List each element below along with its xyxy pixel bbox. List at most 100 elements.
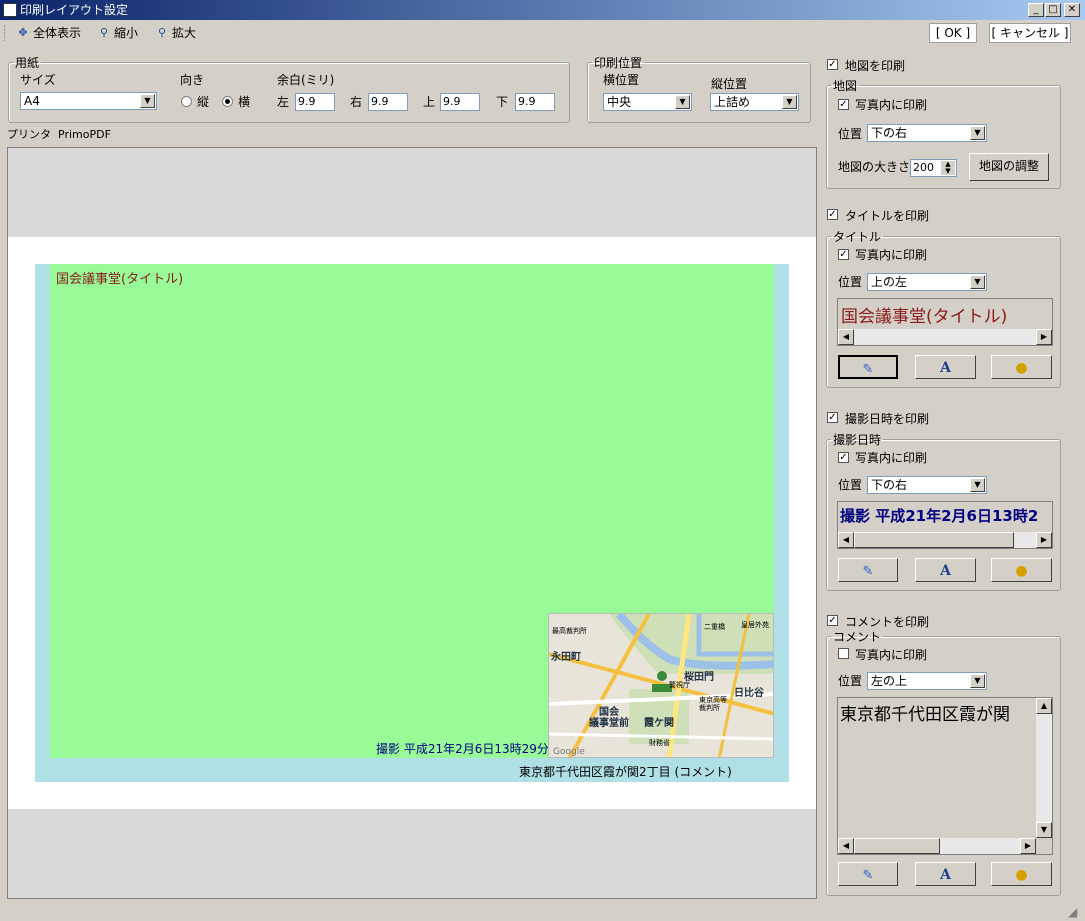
margin-left-label: 左 [277,95,290,109]
scroll-left-icon[interactable]: ◀ [838,532,854,548]
title-bar: 印刷レイアウト設定 _ □ ✕ [0,0,1085,20]
paper-legend: 用紙 [15,56,40,70]
comment-legend: コメント [833,630,882,644]
map-label: 永田町 [551,652,581,663]
title-hscrollbar[interactable]: ◀ ▶ [838,329,1052,345]
app-icon [3,3,17,17]
scroll-right-icon[interactable]: ▶ [1036,532,1052,548]
title-font-button[interactable]: A [915,355,976,379]
zoom-in-icon: ⚲ [157,26,167,39]
print-datetime-label: 撮影日時を印刷 [845,412,930,426]
title-color-button[interactable]: ● [991,355,1052,379]
datetime-preview-box[interactable]: 撮影 平成21年2月6日13時2 ◀ ▶ [837,501,1053,549]
scroll-down-icon[interactable]: ▼ [1036,822,1052,838]
font-icon: A [940,563,951,579]
vertical-position-select[interactable]: 上詰め ▼ [710,93,799,111]
comment-edit-button[interactable]: ✎ [838,862,898,886]
spinner-arrows-icon[interactable]: ▲ ▼ [941,161,955,175]
scroll-thumb[interactable] [854,838,940,854]
chevron-down-icon: ▼ [970,478,985,492]
fit-all-button[interactable]: ✥ 全体表示 [16,25,81,41]
map-size-label: 地図の大きさ [838,160,911,174]
zoom-out-button[interactable]: ⚲ 縮小 [97,25,138,41]
comment-vscrollbar[interactable]: ▲ ▼ [1036,698,1052,838]
comment-hscrollbar[interactable]: ◀ ▶ [838,838,1036,854]
print-map-checkbox[interactable]: ✓ [827,59,838,70]
datetime-legend: 撮影日時 [833,433,882,447]
scroll-thumb[interactable] [854,532,1014,548]
print-comment-label: コメントを印刷 [845,615,930,629]
horizontal-position-select[interactable]: 中央 ▼ [603,93,692,111]
window-title: 印刷レイアウト設定 [20,3,129,17]
scroll-right-icon[interactable]: ▶ [1036,329,1052,345]
size-select[interactable]: A4 ▼ [20,92,157,110]
google-logo: Google [553,747,585,757]
datetime-edit-button[interactable]: ✎ [838,558,898,582]
print-map-label: 地図を印刷 [845,59,906,73]
title-preview-box[interactable]: 国会議事堂(タイトル) ◀ ▶ [837,298,1053,346]
chevron-down-icon: ▼ [970,126,985,140]
comment-preview-box[interactable]: 東京都千代田区霞が関 ▲ ▼ ◀ ▶ [837,697,1053,855]
title-edit-button[interactable]: ✎ [838,355,898,379]
minimize-button[interactable]: _ [1028,3,1044,17]
title-position-select[interactable]: 上の左 ▼ [867,273,987,291]
print-title-checkbox[interactable]: ✓ [827,209,838,220]
margin-left-input[interactable]: 9.9 [295,93,335,111]
scroll-up-icon[interactable]: ▲ [1036,698,1052,714]
chevron-down-icon: ▼ [140,94,155,108]
map-legend: 地図 [833,79,858,93]
scroll-left-icon[interactable]: ◀ [838,329,854,345]
preview-page: 国会議事堂(タイトル) 撮影 平成21年2月6日13時29分 最高裁判所 永田町… [35,264,789,782]
comment-in-photo-checkbox[interactable] [838,648,849,659]
edit-icon: ✎ [862,564,874,579]
comment-color-button[interactable]: ● [991,862,1052,886]
chevron-down-icon: ▼ [970,674,985,688]
scroll-right-icon[interactable]: ▶ [1020,838,1036,854]
print-title-label: タイトルを印刷 [845,209,930,223]
datetime-position-select[interactable]: 下の右 ▼ [867,476,987,494]
print-comment-checkbox[interactable]: ✓ [827,615,838,626]
map-size-spinner[interactable]: 200 ▲ ▼ [910,159,957,177]
datetime-position-label: 位置 [838,478,863,492]
map-label: 日比谷 [734,688,764,699]
comment-font-button[interactable]: A [915,862,976,886]
datetime-font-button[interactable]: A [915,558,976,582]
map-label: 皇居外苑 [741,621,769,629]
preview-title-text: 国会議事堂(タイトル) [56,272,184,287]
print-datetime-checkbox[interactable]: ✓ [827,412,838,423]
resize-grip-icon[interactable]: ◢ [1068,905,1082,919]
chevron-down-icon: ▼ [675,95,690,109]
close-button[interactable]: ✕ [1064,3,1080,17]
margin-bottom-label: 下 [496,95,509,109]
map-position-select[interactable]: 下の右 ▼ [867,124,987,142]
landscape-radio[interactable] [222,96,233,107]
comment-in-photo-label: 写真内に印刷 [855,648,928,662]
map-label: 霞ケ関 [644,718,674,729]
comment-position-select[interactable]: 左の上 ▼ [867,672,987,690]
zoom-in-button[interactable]: ⚲ 拡大 [155,25,196,41]
map-label: 東京高等裁判所 [699,696,727,712]
margin-top-input[interactable]: 9.9 [440,93,480,111]
map-in-photo-checkbox[interactable]: ✓ [838,99,849,110]
title-in-photo-checkbox[interactable]: ✓ [838,249,849,260]
edit-icon: ✎ [862,868,874,883]
margin-bottom-input[interactable]: 9.9 [515,93,555,111]
maximize-button[interactable]: □ [1045,3,1061,17]
datetime-color-button[interactable]: ● [991,558,1052,582]
ok-button[interactable]: [ OK ] [929,23,977,43]
datetime-in-photo-label: 写真内に印刷 [855,451,928,465]
datetime-in-photo-checkbox[interactable]: ✓ [838,452,849,463]
preview-sheet: 国会議事堂(タイトル) 撮影 平成21年2月6日13時29分 最高裁判所 永田町… [8,237,816,809]
margin-right-input[interactable]: 9.9 [368,93,408,111]
map-label: 警視庁 [669,681,690,689]
map-adjust-button[interactable]: 地図の調整 [969,153,1049,181]
scroll-left-icon[interactable]: ◀ [838,838,854,854]
margin-top-label: 上 [423,95,436,109]
comment-position-label: 位置 [838,674,863,688]
print-position-legend: 印刷位置 [594,56,643,70]
datetime-hscrollbar[interactable]: ◀ ▶ [838,532,1052,548]
portrait-radio[interactable] [181,96,192,107]
preview-area[interactable]: 国会議事堂(タイトル) 撮影 平成21年2月6日13時29分 最高裁判所 永田町… [7,147,817,899]
orientation-label: 向き [180,73,205,87]
cancel-button[interactable]: [ キャンセル ] [989,23,1071,43]
